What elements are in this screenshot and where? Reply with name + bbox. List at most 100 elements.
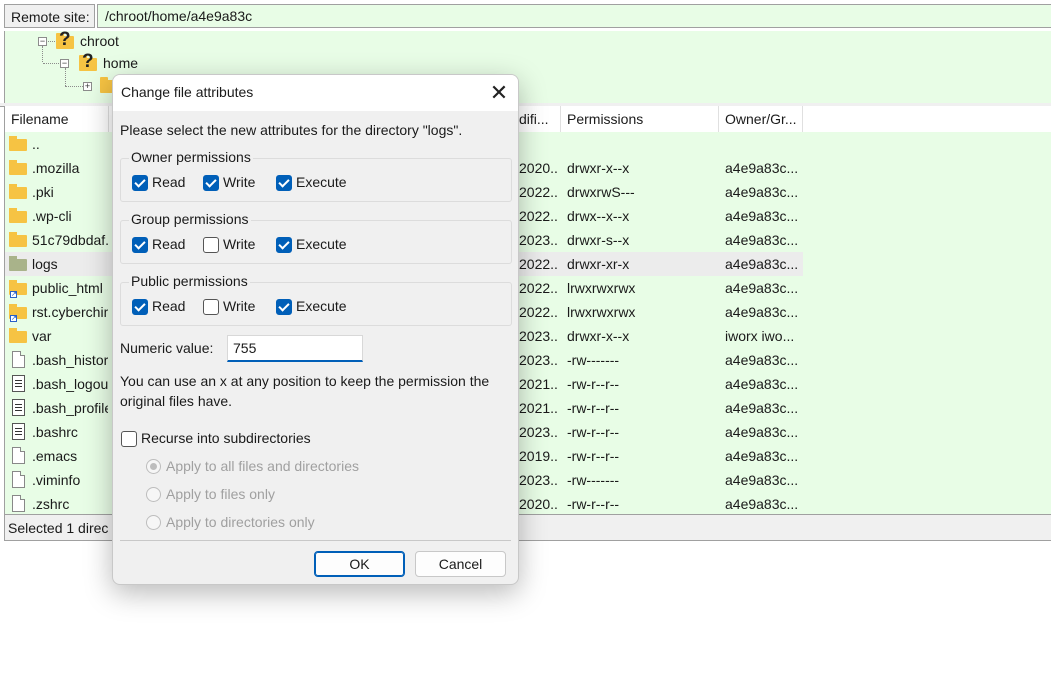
file-name: var <box>32 328 52 344</box>
file-name: .. <box>32 136 40 152</box>
file-owner: iworx iwo... <box>725 328 795 344</box>
ok-button[interactable]: OK <box>314 551 405 577</box>
file-modified: 2022... <box>519 304 559 320</box>
remote-site-label: Remote site: <box>4 4 95 28</box>
apply-dirs-radio[interactable] <box>146 515 161 530</box>
column-filename[interactable]: Filename <box>5 106 109 132</box>
numeric-value-input[interactable]: 755 <box>227 335 363 362</box>
file-icon <box>12 351 25 368</box>
shortcut-arrow-icon: ↗ <box>10 315 17 322</box>
file-owner: a4e9a83c... <box>725 424 799 440</box>
file-name: .wp-cli <box>32 208 72 224</box>
file-name: public_html <box>32 280 103 296</box>
file-name: logs <box>32 256 58 272</box>
shortcut-arrow-icon: ↗ <box>10 291 17 298</box>
public-execute-checkbox[interactable] <box>276 299 292 315</box>
public-permissions-label: Public permissions <box>129 273 250 289</box>
group-read-label[interactable]: Read <box>152 236 185 252</box>
file-modified: 2022... <box>519 256 559 272</box>
apply-all-radio[interactable] <box>146 459 161 474</box>
folder-icon <box>9 136 27 151</box>
owner-write-checkbox[interactable] <box>203 175 219 191</box>
apply-files-radio[interactable] <box>146 487 161 502</box>
file-name: .viminfo <box>32 472 81 488</box>
apply-all-label[interactable]: Apply to all files and directories <box>166 458 359 474</box>
file-name: .mozilla <box>32 160 80 176</box>
file-modified: 2022... <box>519 184 559 200</box>
owner-execute-label[interactable]: Execute <box>296 174 347 190</box>
expand-icon[interactable]: + <box>83 82 92 91</box>
close-icon[interactable]: ✕ <box>485 79 513 107</box>
unknown-folder-icon: ? <box>79 51 97 72</box>
file-owner: a4e9a83c... <box>725 352 799 368</box>
file-modified: 2023... <box>519 328 559 344</box>
apply-files-label[interactable]: Apply to files only <box>166 486 275 502</box>
file-permissions: -rw-r--r-- <box>567 376 620 392</box>
owner-read-checkbox[interactable] <box>132 175 148 191</box>
dialog-separator <box>120 540 511 541</box>
owner-permissions-group: Owner permissions Read Write Execute <box>120 149 512 202</box>
file-owner: a4e9a83c... <box>725 304 799 320</box>
file-modified: 2023... <box>519 424 559 440</box>
file-permissions: -rw-r--r-- <box>567 424 620 440</box>
public-permissions-group: Public permissions Read Write Execute <box>120 273 512 326</box>
collapse-icon[interactable]: − <box>38 37 47 46</box>
public-execute-label[interactable]: Execute <box>296 298 347 314</box>
column-permissions[interactable]: Permissions <box>561 106 719 132</box>
public-read-checkbox[interactable] <box>132 299 148 315</box>
file-permissions: -rw-r--r-- <box>567 496 620 512</box>
collapse-icon[interactable]: − <box>60 59 69 68</box>
file-owner: a4e9a83c... <box>725 472 799 488</box>
folder-icon <box>9 256 27 271</box>
file-modified: 2021... <box>519 376 559 392</box>
file-name: 51c79dbdaf... <box>32 232 108 248</box>
apply-dirs-label[interactable]: Apply to directories only <box>166 514 315 530</box>
file-name: rst.cyberchimps... <box>32 304 108 320</box>
folder-icon <box>9 208 27 223</box>
public-write-checkbox[interactable] <box>203 299 219 315</box>
group-execute-checkbox[interactable] <box>276 237 292 253</box>
group-write-label[interactable]: Write <box>223 236 255 252</box>
owner-execute-checkbox[interactable] <box>276 175 292 191</box>
file-name: .bash_logout <box>32 376 108 392</box>
file-modified: 2023... <box>519 232 559 248</box>
text-file-icon <box>12 375 25 392</box>
group-execute-label[interactable]: Execute <box>296 236 347 252</box>
file-icon <box>12 471 25 488</box>
owner-read-label[interactable]: Read <box>152 174 185 190</box>
hint-text-line2: original files have. <box>120 393 233 409</box>
dialog-title: Change file attributes <box>121 84 254 100</box>
column-last-modified[interactable]: difi... <box>513 106 561 132</box>
tree-item-chroot[interactable]: chroot <box>80 31 119 51</box>
file-icon <box>12 495 25 512</box>
unknown-folder-icon: ? <box>56 31 74 50</box>
dialog-titlebar[interactable]: Change file attributes ✕ <box>113 75 518 111</box>
file-name: .zshrc <box>32 496 70 512</box>
column-owner-group[interactable]: Owner/Gr... <box>719 106 803 132</box>
group-permissions-label: Group permissions <box>129 211 251 227</box>
file-permissions: -rw-r--r-- <box>567 400 620 416</box>
owner-permissions-label: Owner permissions <box>129 149 253 165</box>
file-name: .pki <box>32 184 54 200</box>
remote-site-path-input[interactable]: /chroot/home/a4e9a83c <box>97 4 1051 28</box>
file-modified: 2020... <box>519 496 559 512</box>
file-name: .emacs <box>32 448 78 464</box>
file-owner: a4e9a83c... <box>725 184 799 200</box>
tree-item-home[interactable]: home <box>103 53 138 73</box>
hint-text-line1: You can use an x at any position to keep… <box>120 373 490 389</box>
file-modified: 2020... <box>519 160 559 176</box>
file-modified: 2022... <box>519 208 559 224</box>
public-read-label[interactable]: Read <box>152 298 185 314</box>
group-write-checkbox[interactable] <box>203 237 219 253</box>
file-permissions: -rw------- <box>567 352 620 368</box>
owner-write-label[interactable]: Write <box>223 174 255 190</box>
file-permissions: lrwxrwxrwx <box>567 304 636 320</box>
file-name: .bashrc <box>32 424 78 440</box>
cancel-button[interactable]: Cancel <box>415 551 506 577</box>
file-permissions: drwxrwS--- <box>567 184 635 200</box>
file-permissions: drwxr-x--x <box>567 328 630 344</box>
group-read-checkbox[interactable] <box>132 237 148 253</box>
public-write-label[interactable]: Write <box>223 298 255 314</box>
recurse-checkbox[interactable] <box>121 431 137 447</box>
recurse-label[interactable]: Recurse into subdirectories <box>141 430 311 446</box>
